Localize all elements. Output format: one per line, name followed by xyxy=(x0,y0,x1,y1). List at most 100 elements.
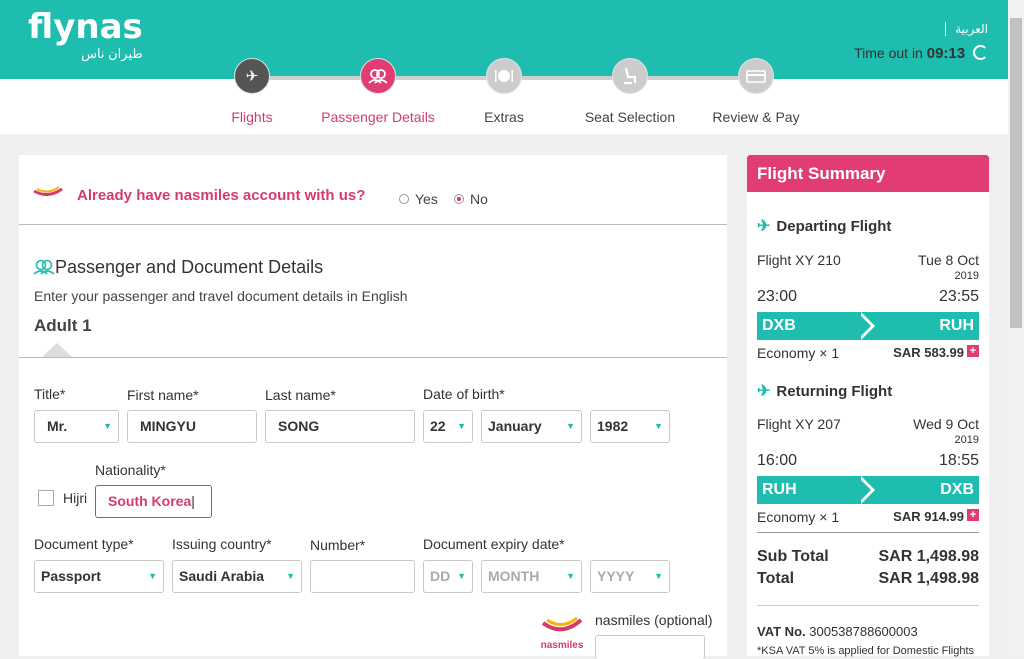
passengers-icon xyxy=(360,58,396,94)
expand-plus-icon[interactable]: + xyxy=(967,509,979,521)
session-timeout: Time out in 09:13 xyxy=(854,45,988,62)
tab-notch xyxy=(42,343,72,357)
nasmiles-input[interactable] xyxy=(595,635,705,659)
account-no-radio[interactable]: No xyxy=(454,191,488,207)
vat-label: VAT No. xyxy=(757,624,806,639)
timeout-label: Time out in xyxy=(854,45,923,61)
route-from: DXB xyxy=(762,317,796,334)
dob-year-select[interactable]: 1982 ▼ xyxy=(590,410,670,443)
nasmiles-label: nasmiles (optional) xyxy=(595,612,713,628)
chevron-down-icon: ▼ xyxy=(148,571,157,581)
seat-icon xyxy=(612,58,648,94)
step-review-pay[interactable]: Review & Pay xyxy=(691,58,821,125)
summary-title: Flight Summary xyxy=(747,155,989,192)
language-switch-link[interactable]: العربية xyxy=(945,22,988,36)
chevron-down-icon: ▼ xyxy=(103,421,112,431)
expiry-year-placeholder: YYYY xyxy=(597,568,635,584)
departing-date: Tue 8 Oct xyxy=(918,252,979,268)
adult-heading: Adult 1 xyxy=(34,316,92,335)
radio-dot xyxy=(399,194,409,204)
dob-month-select[interactable]: January ▼ xyxy=(481,410,582,443)
section-title-text: Passenger and Document Details xyxy=(55,257,324,277)
expand-plus-icon[interactable]: + xyxy=(967,345,979,357)
scrollbar-thumb[interactable] xyxy=(1010,18,1022,328)
first-name-label: First name* xyxy=(127,387,199,403)
nasmiles-small-icon xyxy=(33,186,63,196)
departing-flight-heading: ✈ Departing Flight xyxy=(757,216,891,236)
dob-day-select[interactable]: 22 ▼ xyxy=(423,410,473,443)
issuing-country-label: Issuing country* xyxy=(172,536,272,552)
document-type-label: Document type* xyxy=(34,536,134,552)
step-passenger-details[interactable]: Passenger Details xyxy=(313,58,443,125)
expiry-year-select[interactable]: YYYY ▼ xyxy=(590,560,670,593)
total-value: SAR 1,498.98 xyxy=(878,570,979,587)
chevron-down-icon: ▼ xyxy=(654,571,663,581)
returning-route: RUH DXB xyxy=(757,476,979,504)
step-label: Extras xyxy=(484,109,524,125)
nationality-input[interactable]: South Korea| xyxy=(95,485,212,518)
flight-summary-panel: Flight Summary ✈ Departing Flight Flight … xyxy=(747,155,989,657)
last-name-value: SONG xyxy=(278,418,320,434)
returning-date: Wed 9 Oct xyxy=(913,416,979,432)
returning-price: SAR 914.99 xyxy=(893,509,964,524)
expiry-day-select[interactable]: DD ▼ xyxy=(423,560,473,593)
nasmiles-logo-text: nasmiles xyxy=(540,640,584,651)
title-value: Mr. xyxy=(47,418,68,434)
dob-month-value: January xyxy=(488,418,542,434)
issuing-country-select[interactable]: Saudi Arabia ▼ xyxy=(172,560,302,593)
payment-icon xyxy=(738,58,774,94)
first-name-value: MINGYU xyxy=(140,418,196,434)
hijri-label: Hijri xyxy=(63,490,88,506)
passengers-icon xyxy=(33,259,55,275)
last-name-label: Last name* xyxy=(265,387,336,403)
route-arrow-inner xyxy=(857,312,871,340)
returning-class: Economy × 1 xyxy=(757,509,840,525)
dob-label: Date of birth* xyxy=(423,386,505,402)
document-type-select[interactable]: Passport ▼ xyxy=(34,560,164,593)
vat-number: VAT No. 300538788600003 xyxy=(757,624,918,639)
chevron-down-icon: ▼ xyxy=(566,571,575,581)
route-arrow-inner xyxy=(857,476,871,504)
step-extras[interactable]: Extras xyxy=(439,58,569,125)
first-name-input[interactable]: MINGYU xyxy=(127,410,257,443)
vat-value: 300538788600003 xyxy=(809,624,918,639)
departing-time: 23:00 xyxy=(757,288,798,305)
section-title: Passenger and Document Details xyxy=(33,257,323,278)
dob-year-value: 1982 xyxy=(597,418,629,434)
text-cursor: | xyxy=(191,493,195,509)
route-from: RUH xyxy=(762,481,797,498)
page-scrollbar[interactable] xyxy=(1008,0,1024,656)
step-label: Review & Pay xyxy=(712,109,800,125)
document-type-value: Passport xyxy=(41,568,101,584)
hijri-checkbox[interactable] xyxy=(38,490,54,506)
returning-plane-icon: ✈ xyxy=(757,383,771,400)
route-to: DXB xyxy=(940,481,974,498)
flynas-logo[interactable]: flynas طيران ناس xyxy=(28,8,143,61)
subtotal-value: SAR 1,498.98 xyxy=(878,548,979,565)
step-flights[interactable]: ✈ Flights xyxy=(187,58,317,125)
departing-flight-number: Flight XY 210 xyxy=(757,252,841,268)
radio-label-no: No xyxy=(470,191,488,207)
expiry-month-placeholder: MONTH xyxy=(488,568,540,584)
radio-label-yes: Yes xyxy=(415,191,438,207)
title-select[interactable]: Mr. ▼ xyxy=(34,410,119,443)
divider xyxy=(757,605,979,606)
issuing-country-value: Saudi Arabia xyxy=(179,568,265,584)
returning-flight-number: Flight XY 207 xyxy=(757,416,841,432)
last-name-input[interactable]: SONG xyxy=(265,410,415,443)
chevron-down-icon: ▼ xyxy=(457,571,466,581)
account-yes-radio[interactable]: Yes xyxy=(399,191,438,207)
document-number-input[interactable] xyxy=(310,560,415,593)
timeout-value: 09:13 xyxy=(926,45,966,62)
passenger-form-panel: Already have nasmiles account with us? Y… xyxy=(19,155,727,659)
logo-arabic-text: طيران ناس xyxy=(81,46,143,61)
expiry-month-select[interactable]: MONTH ▼ xyxy=(481,560,582,593)
refresh-icon[interactable] xyxy=(973,45,988,60)
total-label: Total xyxy=(757,570,795,587)
chevron-down-icon: ▼ xyxy=(286,571,295,581)
step-seat-selection[interactable]: Seat Selection xyxy=(565,58,695,125)
meal-icon xyxy=(486,58,522,94)
departing-route: DXB RUH xyxy=(757,312,979,340)
divider xyxy=(19,357,727,358)
departing-title: Departing Flight xyxy=(776,218,892,235)
